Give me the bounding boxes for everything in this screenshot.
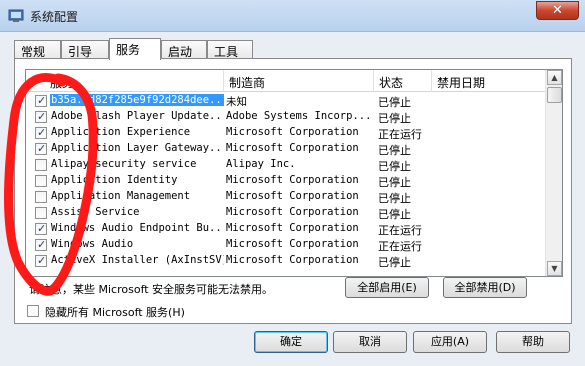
service-checkbox[interactable] [35,207,47,219]
service-name: Application Layer Gateway... [51,142,224,154]
list-header: 服务 制造商 状态 禁用日期 [26,70,546,92]
column-header-disabled-date[interactable]: 禁用日期 [432,70,546,92]
window-title: 系统配置 [30,10,79,24]
system-config-icon [8,9,24,22]
service-status: 已停止 [378,160,411,173]
service-status: 已停止 [378,144,411,157]
service-checkbox[interactable] [35,254,47,267]
service-manufacturer: Microsoft Corporation [226,174,359,186]
service-checkbox[interactable] [35,94,47,107]
service-status: 正在运行 [378,240,422,253]
service-manufacturer: Microsoft Corporation [226,190,359,202]
service-manufacturer: Microsoft Corporation [226,142,359,154]
scroll-down-icon[interactable]: ▼ [547,261,562,276]
service-manufacturer: 未知 [226,96,247,108]
service-name: Application Management [51,190,191,202]
service-checkbox[interactable] [35,191,47,203]
apply-button[interactable]: 应用(A) [413,331,487,353]
column-header-manufacturer[interactable]: 制造商 [224,70,374,92]
service-rows: b35a..d82f285e9f92d284dee... 未知 已停止 Adob… [26,93,546,269]
service-manufacturer: Microsoft Corporation [226,238,359,250]
tab-tools[interactable]: 工具 [207,40,253,59]
service-name: Windows Audio [51,238,134,250]
service-name: Application Experience [51,126,191,138]
service-checkbox[interactable] [35,126,47,139]
service-name: Alipay security service [51,158,197,170]
service-manufacturer: Microsoft Corporation [226,126,359,138]
service-status: 已停止 [378,176,411,189]
table-row[interactable]: Application Layer Gateway... Microsoft C… [26,141,546,157]
service-checkbox[interactable] [35,110,47,123]
tab-general[interactable]: 常规 [14,40,61,59]
table-row[interactable]: Alipay security service Alipay Inc. 已停止 [26,157,546,173]
service-status: 已停止 [378,192,411,205]
table-row[interactable]: Windows Audio Endpoint Bu... Microsoft C… [26,221,546,237]
service-status: 已停止 [378,112,411,125]
close-button[interactable]: ✕ [536,1,579,20]
enable-all-button[interactable]: 全部启用(E) [345,277,429,298]
services-list: 服务 制造商 状态 禁用日期 b35a..d82f285e9f92d284dee… [25,69,563,277]
hide-ms-label: 隐藏所有 Microsoft 服务(H) [45,306,185,319]
service-checkbox[interactable] [35,142,47,155]
table-row[interactable]: Adobe Flash Player Update... Adobe Syste… [26,109,546,125]
services-panel: 服务 制造商 状态 禁用日期 b35a..d82f285e9f92d284dee… [14,58,572,324]
scroll-up-icon[interactable]: ▲ [547,70,562,85]
service-manufacturer: Microsoft Corporation [226,254,359,266]
service-status: 已停止 [378,256,411,269]
service-name: Application Identity [51,174,178,186]
scroll-thumb[interactable] [547,87,562,103]
column-header-status[interactable]: 状态 [374,70,432,92]
hide-ms-checkbox[interactable] [27,305,39,317]
service-manufacturer: Adobe Systems Incorp... [226,110,372,122]
ok-button[interactable]: 确定 [254,331,328,353]
cancel-button[interactable]: 取消 [333,331,407,353]
service-checkbox[interactable] [35,222,47,235]
table-row[interactable]: Application Identity Microsoft Corporati… [26,173,546,189]
security-note: 请注意，某些 Microsoft 安全服务可能无法禁用。 [29,283,274,296]
service-name: ActiveX Installer (AxInstSV) [51,254,224,266]
table-row[interactable]: ActiveX Installer (AxInstSV) Microsoft C… [26,253,546,269]
service-name: b35a..d82f285e9f92d284dee... [50,94,224,106]
service-checkbox[interactable] [35,238,47,251]
table-row[interactable]: Windows Audio Microsoft Corporation 正在运行 [26,237,546,253]
service-status: 已停止 [378,208,411,221]
service-checkbox[interactable] [35,159,47,171]
vertical-scrollbar[interactable]: ▲ ▼ [545,70,562,276]
service-status: 正在运行 [378,224,422,237]
column-header-service[interactable]: 服务 [26,70,224,92]
tab-services[interactable]: 服务 [109,38,161,60]
service-name: Assist Service [51,206,140,218]
service-manufacturer: Microsoft Corporation [226,222,359,234]
service-status: 已停止 [378,96,411,109]
help-button[interactable]: 帮助 [496,331,570,353]
service-status: 正在运行 [378,128,422,141]
disable-all-button[interactable]: 全部禁用(D) [443,277,527,298]
service-manufacturer: Alipay Inc. [226,158,296,170]
service-name: Windows Audio Endpoint Bu... [51,222,224,234]
table-row[interactable]: Assist Service Microsoft Corporation 已停止 [26,205,546,221]
table-row[interactable]: Application Experience Microsoft Corpora… [26,125,546,141]
service-name: Adobe Flash Player Update... [51,110,224,122]
service-checkbox[interactable] [35,175,47,187]
tab-boot[interactable]: 引导 [61,40,109,59]
service-manufacturer: Microsoft Corporation [226,206,359,218]
title-bar: 系统配置 ✕ [0,0,585,32]
table-row[interactable]: Application Management Microsoft Corpora… [26,189,546,205]
tab-startup[interactable]: 启动 [161,40,207,59]
table-row[interactable]: b35a..d82f285e9f92d284dee... 未知 已停止 [26,93,546,109]
